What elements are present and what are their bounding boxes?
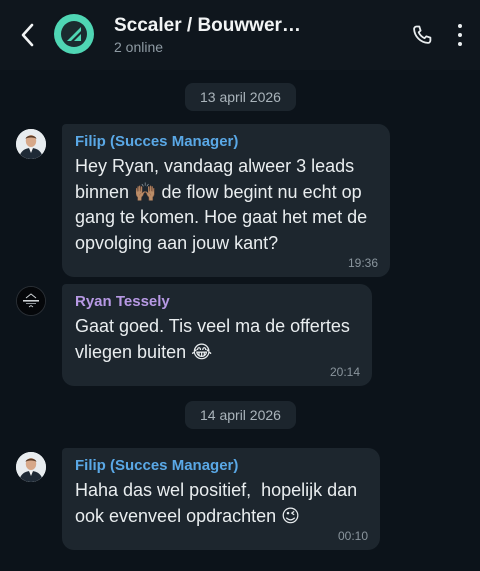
menu-dot (458, 24, 462, 28)
message-text: Gaat goed. Tis veel ma de offertes vlieg… (75, 316, 350, 362)
menu-dot (458, 42, 462, 46)
company-logo (17, 287, 45, 315)
online-status: 2 online (114, 39, 164, 55)
back-button[interactable] (14, 20, 42, 50)
group-logo (61, 21, 87, 47)
menu-dot (458, 33, 462, 37)
message-time: 00:10 (337, 529, 368, 543)
message-time: 19:36 (347, 256, 378, 270)
chat-title[interactable]: Sccaler / Bouwwer… (114, 15, 354, 37)
call-button[interactable] (410, 23, 434, 47)
message-bubble[interactable]: Filip (Succes Manager) Hey Ryan, vandaag… (62, 124, 390, 277)
person-photo (16, 452, 46, 482)
group-avatar[interactable] (54, 14, 94, 54)
sender-name[interactable]: Filip (Succes Manager) (75, 132, 378, 152)
sender-name[interactable]: Ryan Tessely (75, 292, 360, 312)
phone-icon (413, 25, 432, 44)
message-bubble[interactable]: Ryan Tessely Gaat goed. Tis veel ma de o… (62, 284, 372, 386)
message-text: Haha das wel positief, hopelijk dan ook … (75, 480, 358, 526)
message-bubble[interactable]: Filip (Succes Manager) Haha das wel posi… (62, 448, 380, 550)
avatar-filip[interactable] (16, 452, 46, 482)
logo-icon (67, 27, 81, 41)
message-text: Hey Ryan, vandaag alweer 3 leads binnen … (75, 156, 368, 253)
date-separator: 14 april 2026 (185, 401, 296, 429)
chevron-left-icon (21, 23, 34, 47)
message-time: 20:14 (329, 365, 360, 379)
person-photo (16, 129, 46, 159)
avatar-filip[interactable] (16, 129, 46, 159)
chat-header: Sccaler / Bouwwer… 2 online (0, 0, 480, 70)
sender-name[interactable]: Filip (Succes Manager) (75, 456, 368, 476)
more-options-button[interactable] (450, 22, 470, 48)
date-separator: 13 april 2026 (185, 83, 296, 111)
avatar-ryan[interactable] (16, 286, 46, 316)
